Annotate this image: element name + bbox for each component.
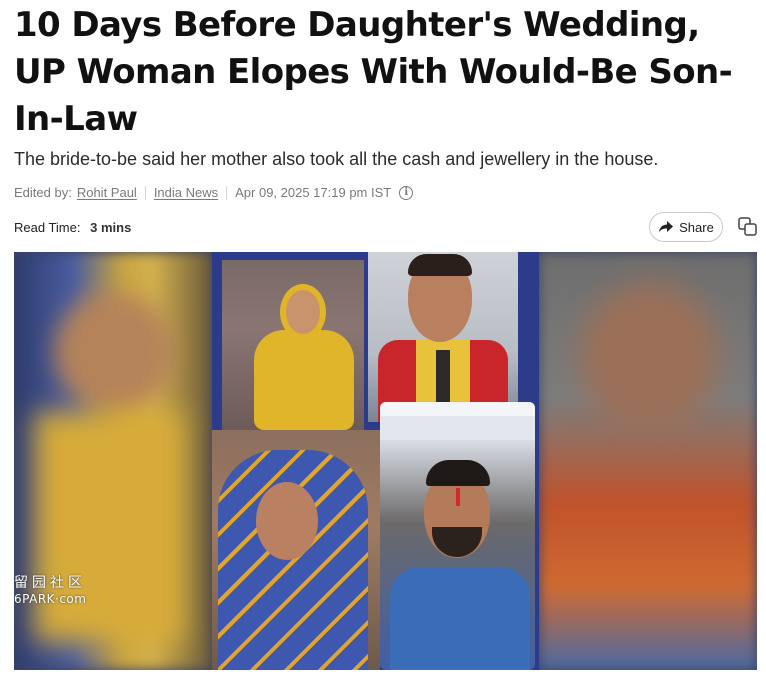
read-time-label: Read Time: <box>14 220 81 235</box>
photo-man-red-vest <box>368 252 518 422</box>
meta-divider <box>144 185 146 200</box>
image-watermark: 留园社区 6PARK·com <box>14 574 86 606</box>
read-time-value: 3 mins <box>90 220 132 235</box>
copy-icon[interactable] <box>737 216 759 238</box>
article-subheadline: The bride-to-be said her mother also too… <box>14 149 659 169</box>
article-meta: Edited by: Rohit Paul India News Apr 09,… <box>14 185 414 200</box>
blurred-background-left <box>14 252 212 670</box>
share-button[interactable]: Share <box>649 212 723 242</box>
photo-woman-yellow-dress <box>222 260 364 432</box>
blurred-background-right <box>539 252 757 670</box>
article-image: 留园社区 6PARK·com <box>14 252 757 670</box>
photo-woman-blue-sari <box>212 430 380 670</box>
share-arrow-icon <box>659 221 674 233</box>
info-icon[interactable]: i <box>399 185 414 200</box>
watermark-latin: 6PARK·com <box>14 592 87 606</box>
watermark-cjk: 留园社区 <box>14 575 86 591</box>
share-label: Share <box>679 219 714 235</box>
author-link[interactable]: Rohit Paul <box>77 185 137 200</box>
publish-date: Apr 09, 2025 17:19 pm IST <box>235 185 392 200</box>
read-time: Read Time: 3 mins <box>14 220 131 235</box>
edited-by-label: Edited by: <box>14 185 72 200</box>
meta-divider <box>226 185 228 200</box>
photo-collage <box>212 252 539 670</box>
article-headline: 10 Days Before Daughter's Wedding, UP Wo… <box>14 5 733 139</box>
section-link[interactable]: India News <box>154 185 218 200</box>
photo-phone-screenshot-man <box>380 402 535 670</box>
